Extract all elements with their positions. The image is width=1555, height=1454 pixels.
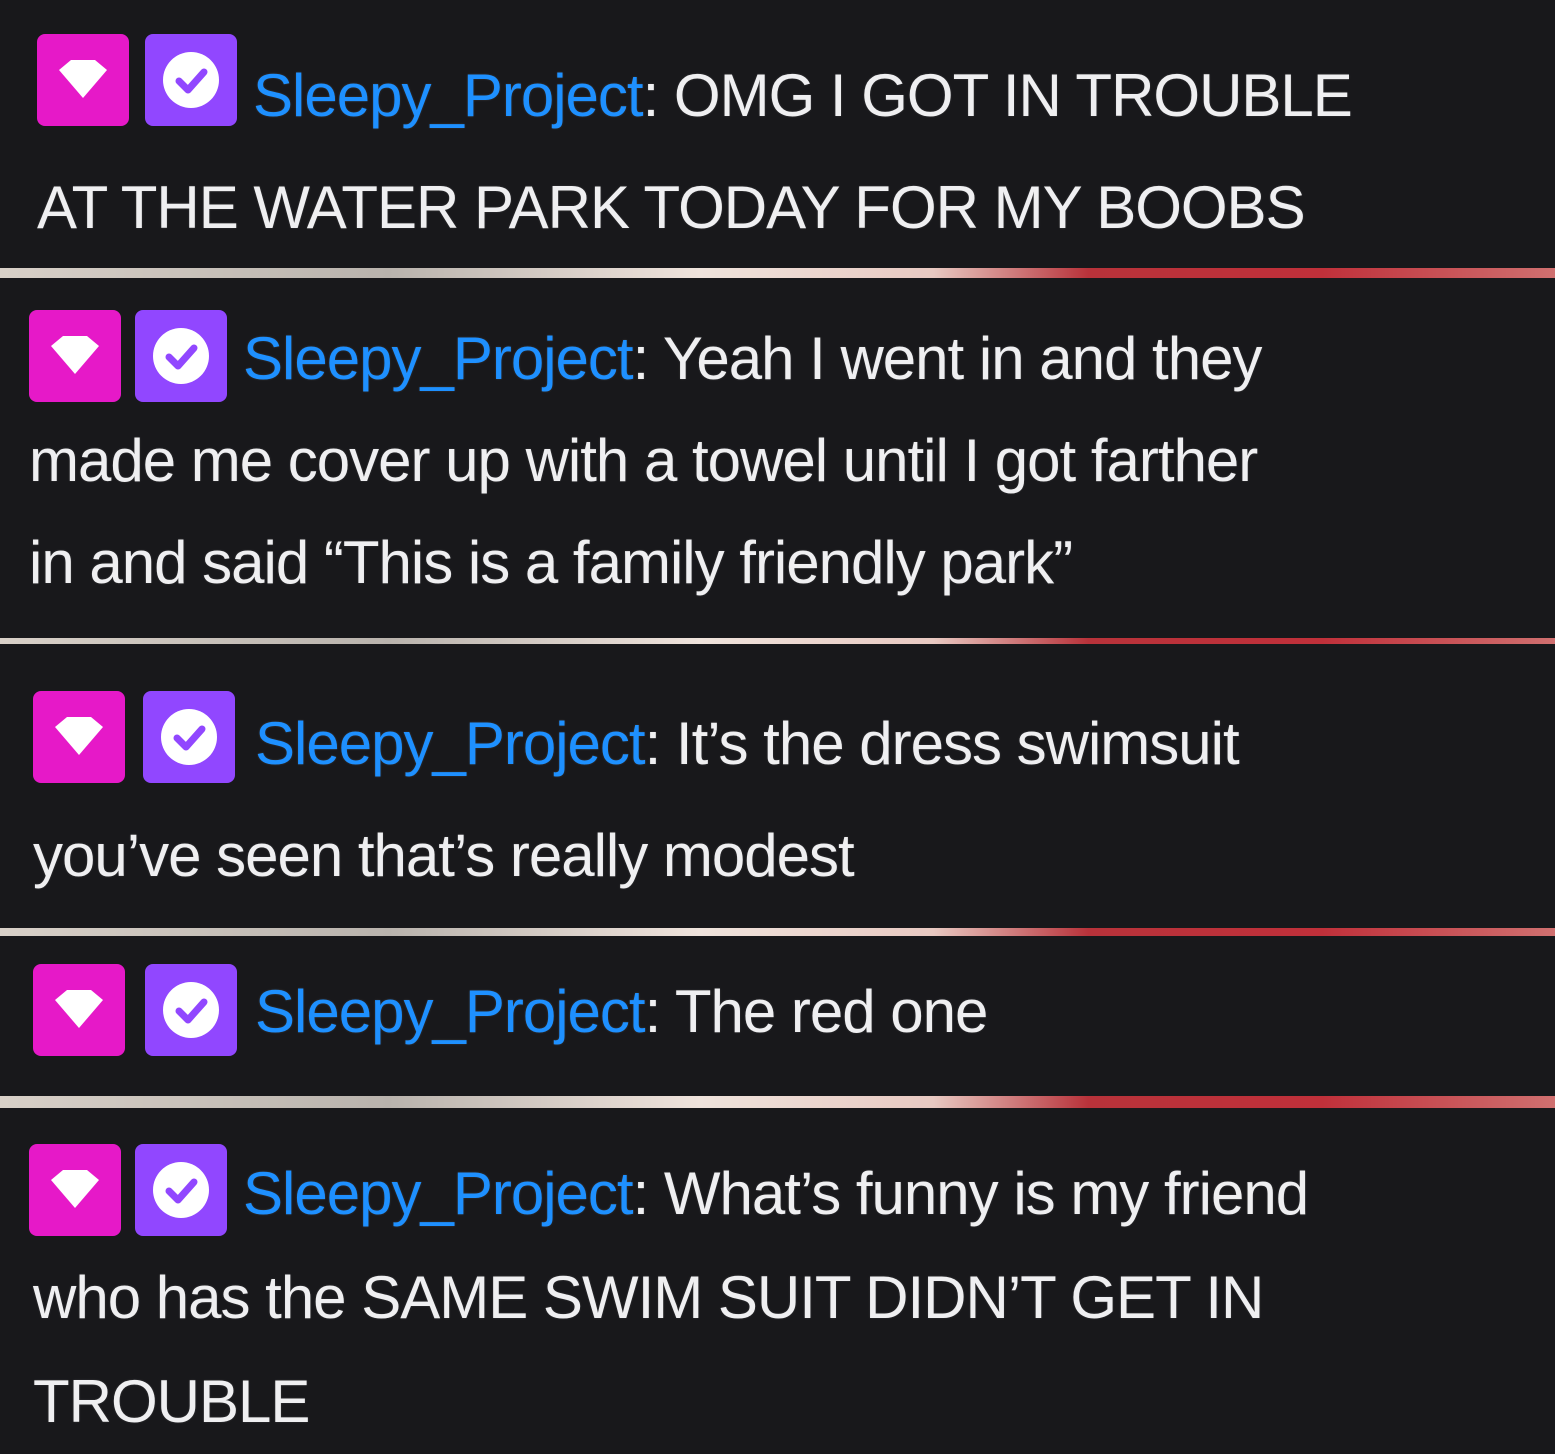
username[interactable]: Sleepy_Project xyxy=(243,325,634,392)
message-divider xyxy=(0,928,1555,936)
message-line: TROUBLE xyxy=(33,1368,310,1435)
username-separator: : xyxy=(644,978,662,1045)
chat-log: Sleepy_Project: OMG I GOT IN TROUBLE AT … xyxy=(0,0,1555,1435)
message-body: Sleepy_Project: What’s funny is my frien… xyxy=(33,1142,1553,1454)
message-line: in and said “This is a family friendly p… xyxy=(29,529,1073,596)
username[interactable]: Sleepy_Project xyxy=(253,62,644,129)
message-body: Sleepy_Project: Yeah I went in and they … xyxy=(29,308,1549,614)
message-body: Sleepy_Project: The red one xyxy=(33,956,1553,1068)
message-line: AT THE WATER PARK TODAY FOR MY BOOBS xyxy=(37,174,1306,241)
message-line: What’s funny is my friend xyxy=(663,1160,1309,1227)
username-separator: : xyxy=(644,710,662,777)
username-separator: : xyxy=(632,1160,650,1227)
message-line: Yeah I went in and they xyxy=(662,325,1263,392)
message-divider xyxy=(0,1096,1555,1108)
message-line: you’ve seen that’s really modest xyxy=(33,822,855,889)
message-body: Sleepy_Project: OMG I GOT IN TROUBLE AT … xyxy=(37,40,1555,264)
message-line: OMG I GOT IN TROUBLE xyxy=(673,62,1353,129)
username[interactable]: Sleepy_Project xyxy=(255,710,646,777)
chat-message: Sleepy_Project: Yeah I went in and they … xyxy=(0,278,1555,638)
chat-message: Sleepy_Project: OMG I GOT IN TROUBLE AT … xyxy=(0,0,1555,268)
chat-message: Sleepy_Project: The red one xyxy=(0,936,1555,1096)
chat-message: Sleepy_Project: It’s the dress swimsuit … xyxy=(0,644,1555,928)
message-divider xyxy=(0,268,1555,278)
username[interactable]: Sleepy_Project xyxy=(255,978,646,1045)
username-separator: : xyxy=(632,325,650,392)
username[interactable]: Sleepy_Project xyxy=(243,1160,634,1227)
message-line: It’s the dress swimsuit xyxy=(675,710,1240,777)
chat-message: Sleepy_Project: What’s funny is my frien… xyxy=(0,1108,1555,1435)
message-line: made me cover up with a towel until I go… xyxy=(29,427,1258,494)
message-line: who has the SAME SWIM SUIT DIDN’T GET IN xyxy=(33,1264,1264,1331)
message-body: Sleepy_Project: It’s the dress swimsuit … xyxy=(33,688,1553,912)
message-line: The red one xyxy=(674,978,989,1045)
username-separator: : xyxy=(642,62,660,129)
